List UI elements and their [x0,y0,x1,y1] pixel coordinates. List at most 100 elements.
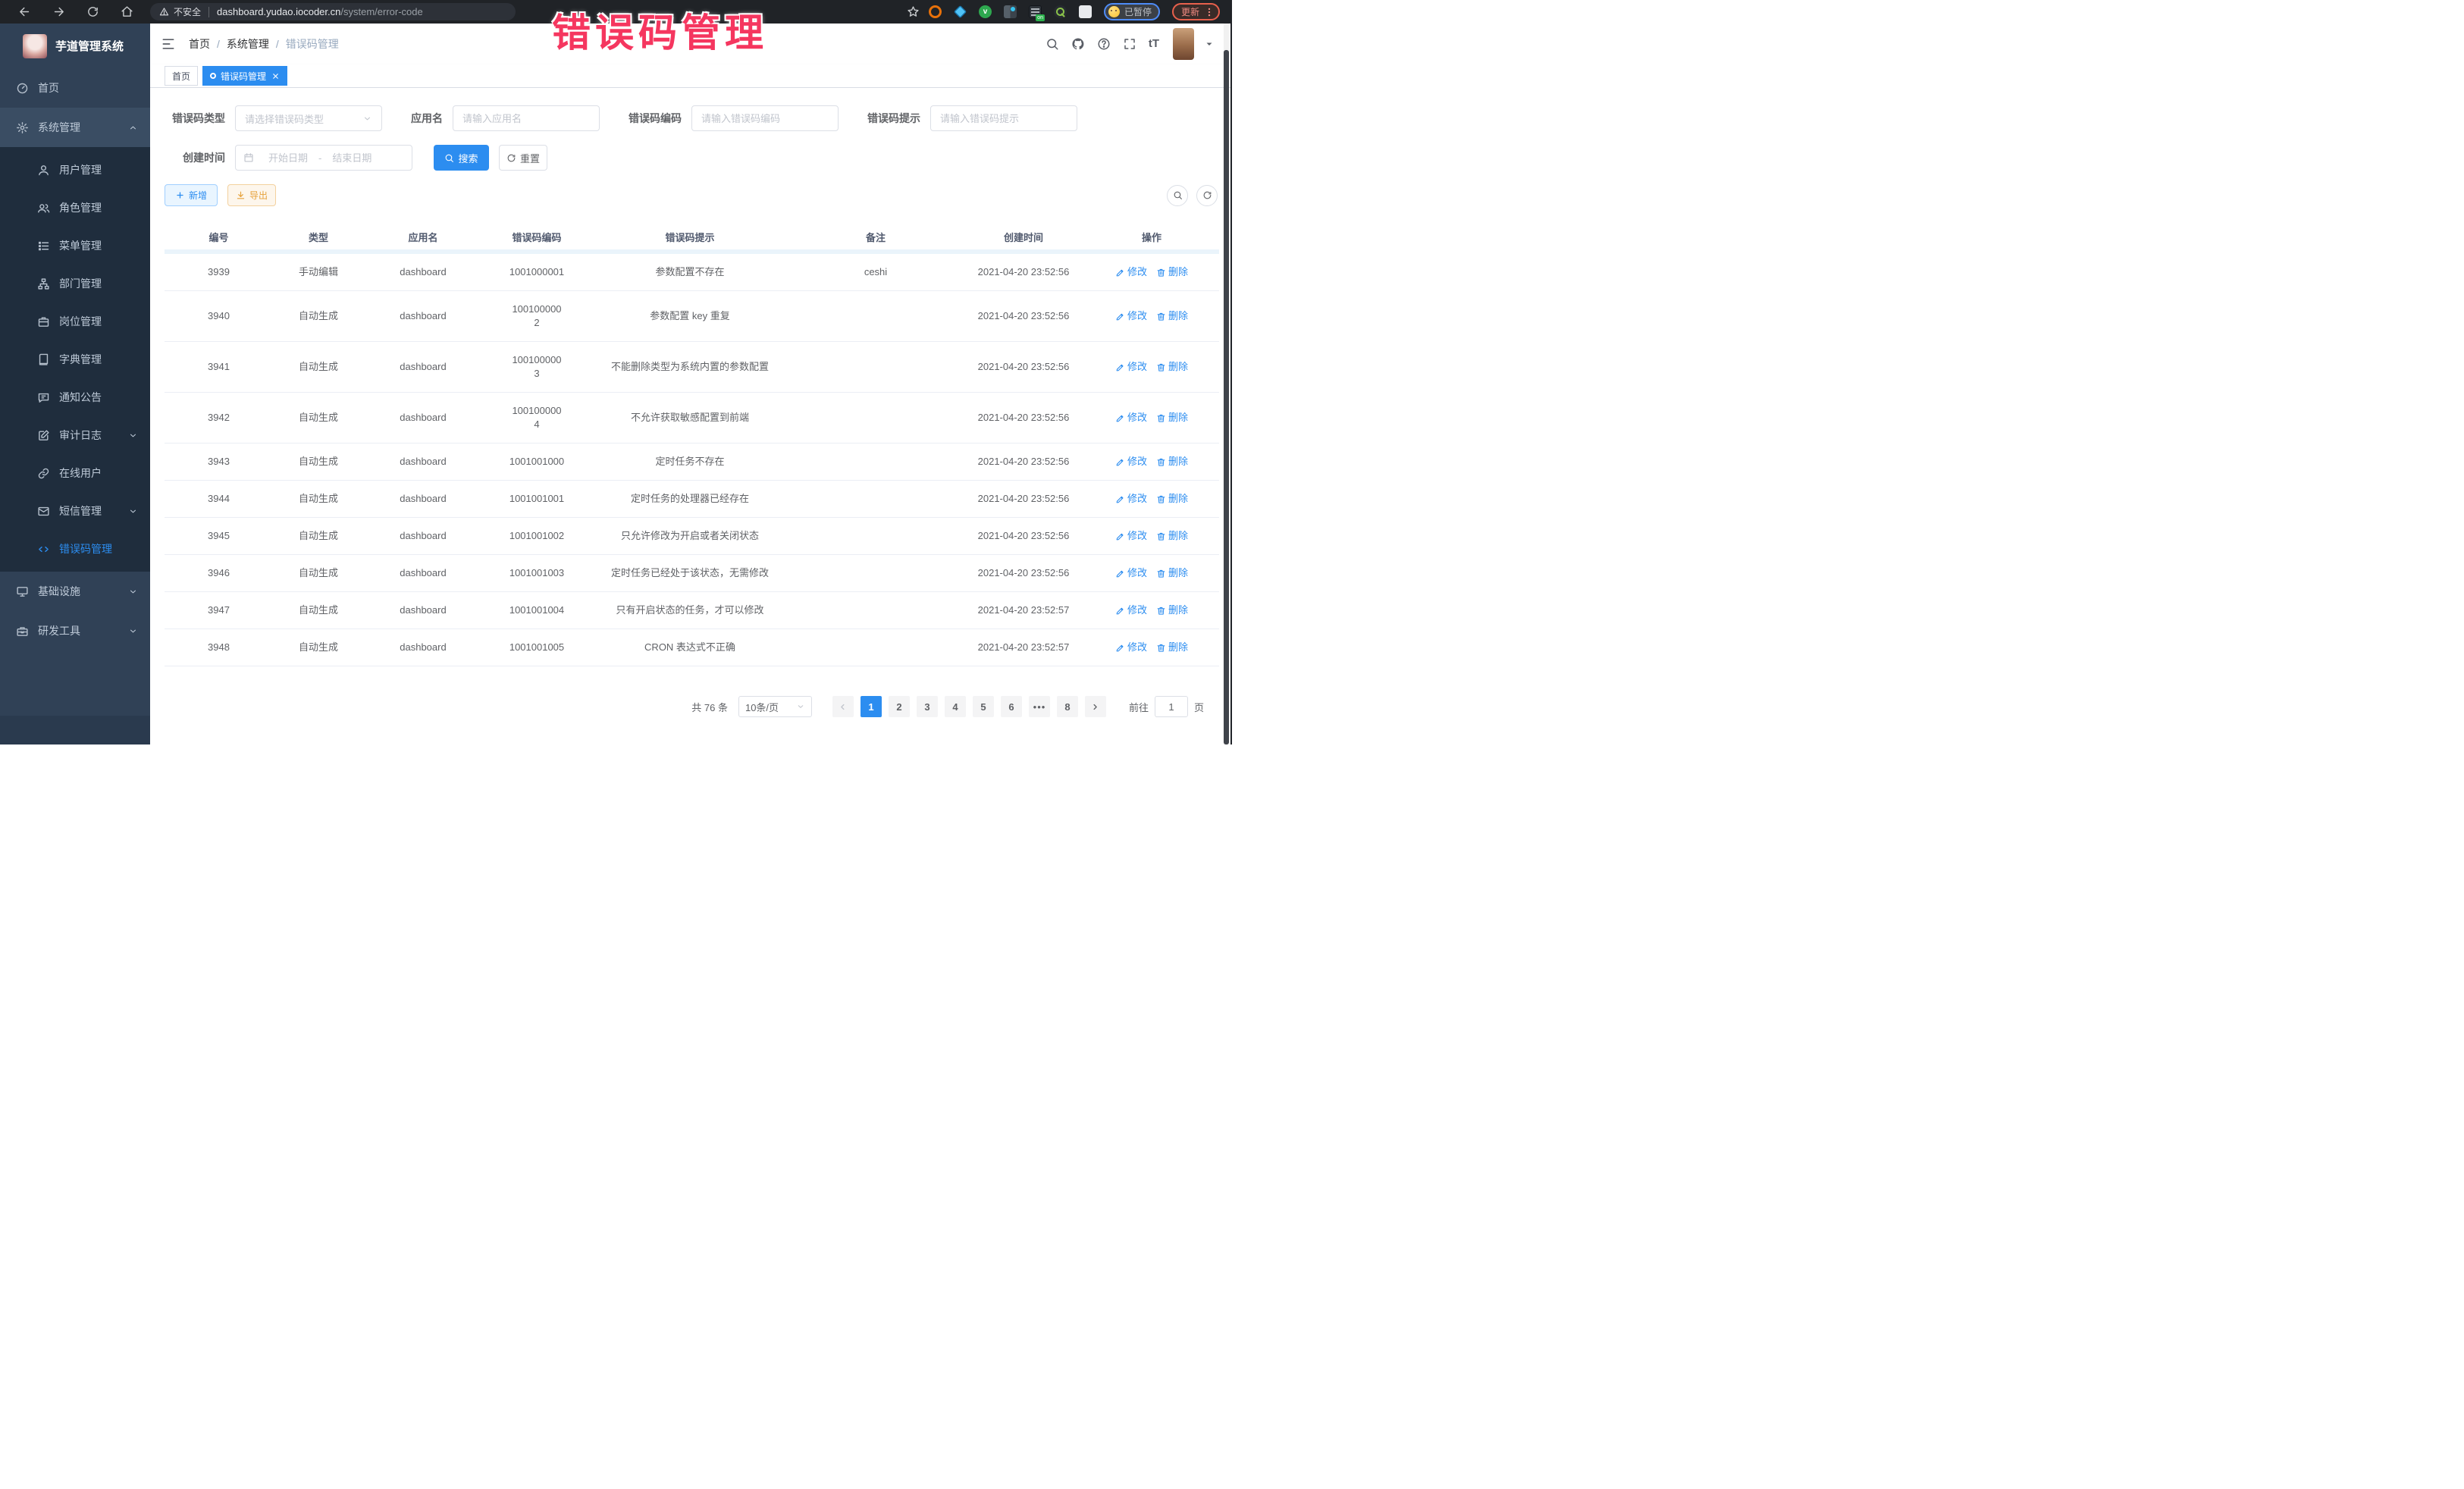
refresh-table-button[interactable] [1196,185,1218,206]
breadcrumb-section[interactable]: 系统管理 [227,36,269,52]
page-button-1[interactable]: 1 [861,696,882,717]
sidebar-item-dev-tools[interactable]: 研发工具 [0,611,150,650]
delete-link[interactable]: 删除 [1156,566,1188,580]
edit-link[interactable]: 修改 [1115,309,1147,323]
github-icon[interactable] [1071,37,1085,51]
dark-grid-icon[interactable] [1004,5,1017,18]
sidebar-item-home[interactable]: 首页 [0,68,150,108]
delete-link[interactable]: 删除 [1156,603,1188,617]
error-code-input[interactable] [691,105,839,131]
delete-link[interactable]: 删除 [1156,529,1188,543]
proxy-on-icon[interactable] [1029,5,1042,18]
edit-link[interactable]: 修改 [1115,529,1147,543]
delete-link[interactable]: 删除 [1156,492,1188,506]
date-range-picker[interactable]: - [235,145,412,171]
toggle-search-button[interactable] [1167,185,1188,206]
end-date-input[interactable] [323,152,381,164]
start-date-input[interactable] [259,152,317,164]
filter-row-1: 错误码类型 请选择错误码类型 应用名 错误码编码 [165,105,1218,131]
browser-update-button[interactable]: 更新 [1172,3,1220,20]
reset-button[interactable]: 重置 [499,145,547,171]
bookmark-star-icon[interactable] [907,5,920,18]
profile-paused-button[interactable]: 已暂停 [1104,3,1160,20]
tab-home[interactable]: 首页 [165,66,198,86]
sidebar-item-menus[interactable]: 菜单管理 [0,227,150,265]
page-button-2[interactable]: 2 [889,696,910,717]
error-type-select[interactable]: 请选择错误码类型 [235,105,382,131]
export-button[interactable]: 导出 [227,184,276,206]
font-size-icon[interactable]: tT [1149,37,1159,51]
sidebar-item-online-users[interactable]: 在线用户 [0,454,150,492]
green-key-icon[interactable] [1054,5,1067,18]
delete-link[interactable]: 删除 [1156,455,1188,469]
sidebar-item-audit-log[interactable]: 审计日志 [0,416,150,454]
delete-link[interactable]: 删除 [1156,309,1188,323]
app-title: 芋道管理系统 [55,38,124,54]
goto-page-input[interactable] [1155,696,1188,717]
tab-error-code[interactable]: 错误码管理 [202,66,287,86]
address-bar[interactable]: 不安全 dashboard.yudao.iocoder.cn/system/er… [150,3,516,20]
user-avatar[interactable] [1173,28,1194,60]
prev-page-button[interactable] [832,696,854,717]
sidebar-item-departments[interactable]: 部门管理 [0,265,150,303]
scrollbar-thumb[interactable] [1224,50,1229,744]
pencil-icon [1115,413,1125,423]
sidebar-item-dictionary[interactable]: 字典管理 [0,340,150,378]
table-header: 编号 类型 应用名 错误码编码 错误码提示 备注 创建时间 操作 [165,224,1219,249]
orange-ring-icon[interactable] [929,5,942,18]
org-tree-icon [37,277,50,290]
sidebar-item-sms[interactable]: 短信管理 [0,492,150,530]
sidebar-item-roles[interactable]: 角色管理 [0,189,150,227]
reload-icon[interactable] [86,5,99,18]
edit-link[interactable]: 修改 [1115,641,1147,654]
app-name-input[interactable] [453,105,600,131]
delete-link[interactable]: 删除 [1156,360,1188,374]
sidebar-item-system[interactable]: 系统管理 [0,108,150,147]
back-icon[interactable] [18,5,31,18]
breadcrumb-home[interactable]: 首页 [189,36,210,52]
edit-link[interactable]: 修改 [1115,411,1147,425]
pencil-icon [1115,643,1125,653]
sidebar-item-users[interactable]: 用户管理 [0,151,150,189]
sidebar-item-notices[interactable]: 通知公告 [0,378,150,416]
puzzle-icon[interactable] [1079,5,1092,18]
page-size-select[interactable]: 10条/页 [738,696,812,717]
page-button-8[interactable]: 8 [1057,696,1078,717]
fullscreen-icon[interactable] [1123,37,1136,51]
delete-link[interactable]: 删除 [1156,265,1188,279]
page-button-3[interactable]: 3 [917,696,938,717]
gear-icon [16,121,29,134]
edit-link[interactable]: 修改 [1115,360,1147,374]
more-pages-icon[interactable]: ••• [1029,696,1050,717]
close-icon[interactable] [271,72,280,80]
sidebar-item-infrastructure[interactable]: 基础设施 [0,572,150,611]
hamburger-icon[interactable] [161,36,176,52]
add-button[interactable]: 新增 [165,184,218,206]
table-row: 3947 自动生成 dashboard 1001001004 只有开启状态的任务… [165,592,1219,629]
system-submenu: 用户管理 角色管理 菜单管理 部门管理 [0,147,150,572]
edit-link[interactable]: 修改 [1115,603,1147,617]
caret-down-icon[interactable] [1205,39,1214,49]
next-page-button[interactable] [1085,696,1106,717]
edit-link[interactable]: 修改 [1115,265,1147,279]
sidebar-item-error-code[interactable]: 错误码管理 [0,530,150,568]
sidebar-item-posts[interactable]: 岗位管理 [0,303,150,340]
help-icon[interactable] [1097,37,1111,51]
page-button-5[interactable]: 5 [973,696,994,717]
page-button-6[interactable]: 6 [1001,696,1022,717]
delete-link[interactable]: 删除 [1156,641,1188,654]
kebab-menu-icon[interactable] [1204,7,1215,17]
delete-link[interactable]: 删除 [1156,411,1188,425]
search-icon[interactable] [1045,37,1059,51]
edit-link[interactable]: 修改 [1115,455,1147,469]
search-button[interactable]: 搜索 [434,145,489,171]
page-button-4[interactable]: 4 [945,696,966,717]
edit-link[interactable]: 修改 [1115,566,1147,580]
blue-gem-icon[interactable] [954,5,967,18]
green-v-icon[interactable]: v [979,5,992,18]
home-icon[interactable] [121,5,133,18]
edit-link[interactable]: 修改 [1115,492,1147,506]
trash-icon [1156,362,1166,372]
error-hint-input[interactable] [930,105,1077,131]
forward-icon[interactable] [52,5,65,18]
